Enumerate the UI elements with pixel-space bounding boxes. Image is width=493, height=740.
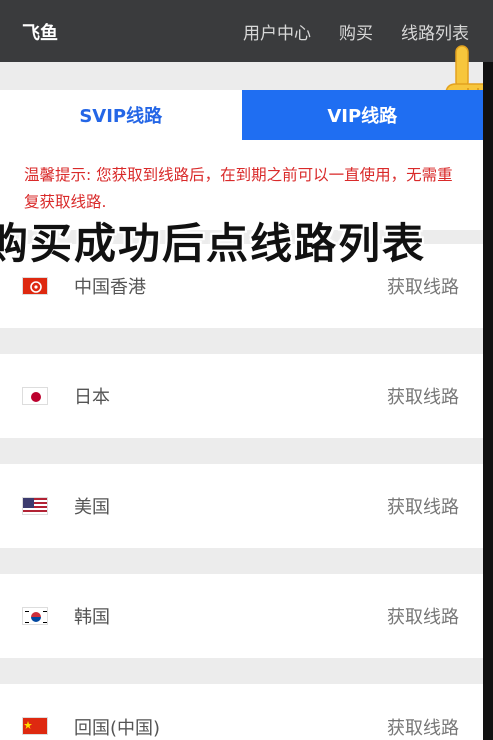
get-route-button[interactable]: 获取线路 (387, 493, 459, 519)
jp-flag-icon (22, 387, 48, 405)
nav-menu: 用户中心 购买 线路列表 (243, 19, 469, 44)
brand-logo-text[interactable]: 飞鱼 (22, 19, 58, 45)
us-flag-icon (22, 497, 48, 515)
top-navigation-bar: 飞鱼 用户中心 购买 线路列表 (0, 0, 493, 62)
nav-user-center[interactable]: 用户中心 (243, 19, 311, 44)
country-label: 韩国 (74, 607, 110, 628)
nav-route-list[interactable]: 线路列表 (401, 19, 469, 44)
hk-flag-icon (22, 277, 48, 295)
line-type-tabs: SVIP线路 VIP线路 (0, 90, 483, 140)
cn-flag-icon (22, 717, 48, 735)
country-label: 日本 (74, 387, 110, 408)
country-label: 中国香港 (74, 277, 146, 298)
server-row-jp[interactable]: 日本 获取线路 (0, 354, 483, 438)
get-route-button[interactable]: 获取线路 (387, 603, 459, 629)
tab-vip-lines[interactable]: VIP线路 (241, 90, 483, 140)
server-row-cn[interactable]: 回国(中国) 获取线路 (0, 684, 483, 740)
country-label: 回国(中国) (74, 718, 161, 739)
get-route-button[interactable]: 获取线路 (387, 273, 459, 299)
right-edge-border (483, 62, 493, 740)
server-row-kr[interactable]: 韩国 获取线路 (0, 574, 483, 658)
overlay-caption: 购买成功后点线路列表 (0, 219, 427, 268)
country-label: 美国 (74, 497, 110, 518)
nav-buy[interactable]: 购买 (339, 19, 373, 44)
server-row-us[interactable]: 美国 获取线路 (0, 464, 483, 548)
kr-flag-icon (22, 607, 48, 625)
tab-svip-lines[interactable]: SVIP线路 (0, 90, 242, 140)
get-route-button[interactable]: 获取线路 (387, 714, 459, 740)
get-route-button[interactable]: 获取线路 (387, 383, 459, 409)
